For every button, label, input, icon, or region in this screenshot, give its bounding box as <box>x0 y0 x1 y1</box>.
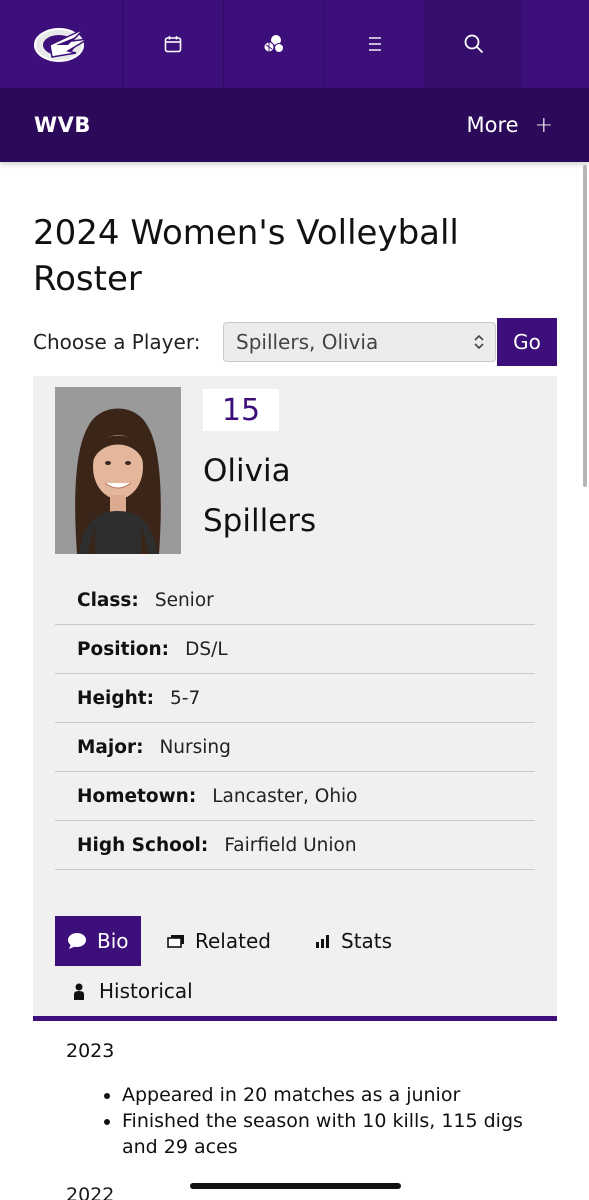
detail-high-school: High School: Fairfield Union <box>55 821 535 870</box>
tab-stats[interactable]: Stats <box>315 916 392 966</box>
tab-stats-label: Stats <box>341 929 393 953</box>
list-item: Appeared in 20 matches as a junior <box>122 1082 526 1108</box>
sport-label[interactable]: WVB <box>34 113 91 137</box>
plus-icon: + <box>534 112 553 138</box>
bio-section: 2023 Appeared in 20 matches as a junior … <box>66 1040 526 1200</box>
bio-list: Appeared in 20 matches as a junior Finis… <box>66 1082 526 1160</box>
choose-player-label: Choose a Player: <box>33 330 201 354</box>
tab-bio-label: Bio <box>97 929 129 953</box>
player-select[interactable]: Spillers, Olivia <box>223 322 496 362</box>
detail-key: Height: <box>77 687 155 709</box>
bio-year-heading: 2023 <box>66 1040 115 1062</box>
page-title: 2024 Women's Volleyball Roster <box>33 213 459 299</box>
menu-button[interactable] <box>325 0 426 88</box>
scrollbar[interactable] <box>583 165 587 487</box>
cards-icon <box>167 933 185 949</box>
detail-value: Fairfield Union <box>224 834 357 856</box>
list-item: Finished the season with 10 kills, 115 d… <box>122 1108 526 1160</box>
sport-subnav: WVB More + <box>0 88 589 162</box>
speech-bubble-icon <box>67 932 87 950</box>
detail-value: DS/L <box>185 638 228 660</box>
detail-key: High School: <box>77 834 209 856</box>
logo-icon <box>34 28 89 62</box>
detail-major: Major: Nursing <box>55 723 535 772</box>
person-icon <box>73 983 85 1000</box>
detail-value: Nursing <box>159 736 231 758</box>
detail-key: Major: <box>77 736 144 758</box>
detail-key: Class: <box>77 589 139 611</box>
calendar-button[interactable] <box>123 0 224 88</box>
tab-content-divider <box>33 1016 557 1021</box>
detail-key: Position: <box>77 638 170 660</box>
detail-height: Height: 5-7 <box>55 674 535 723</box>
go-button[interactable]: Go <box>497 318 557 366</box>
player-chooser: Choose a Player: Spillers, Olivia Go <box>33 318 557 366</box>
home-indicator[interactable] <box>190 1183 401 1189</box>
detail-key: Hometown: <box>77 785 197 807</box>
detail-value: 5-7 <box>170 687 201 709</box>
player-last-name: Spillers <box>203 503 317 539</box>
jersey-number: 15 <box>203 389 279 431</box>
detail-value: Lancaster, Ohio <box>212 785 358 807</box>
top-nav-bar <box>0 0 589 88</box>
search-button[interactable] <box>426 0 521 88</box>
calendar-icon <box>164 36 182 53</box>
tab-bio[interactable]: Bio <box>55 916 141 966</box>
teams-button[interactable] <box>224 0 325 88</box>
player-headshot <box>55 387 181 554</box>
tab-historical[interactable]: Historical <box>73 966 193 1016</box>
search-icon <box>464 34 483 54</box>
detail-position: Position: DS/L <box>55 625 535 674</box>
bar-chart-icon <box>315 934 331 948</box>
player-details: Class: Senior Position: DS/L Height: 5-7… <box>55 576 535 870</box>
tab-related[interactable]: Related <box>167 916 271 966</box>
more-menu-button[interactable]: More + <box>467 113 554 138</box>
detail-hometown: Hometown: Lancaster, Ohio <box>55 772 535 821</box>
detail-value: Senior <box>154 589 214 611</box>
tab-related-label: Related <box>195 929 271 953</box>
site-logo[interactable] <box>0 0 123 88</box>
player-select-value: Spillers, Olivia <box>236 330 379 354</box>
bio-year-heading-next: 2022 <box>66 1184 115 1200</box>
menu-icon <box>369 37 381 51</box>
detail-class: Class: Senior <box>55 576 535 625</box>
player-card: 15 Olivia Spillers Class: Senior Positio… <box>33 376 557 1020</box>
tab-historical-label: Historical <box>99 979 193 1003</box>
player-first-name: Olivia <box>203 453 291 489</box>
sports-balls-icon <box>263 35 284 53</box>
more-label: More <box>466 113 519 137</box>
select-arrows-icon <box>474 334 484 350</box>
player-name: Olivia Spillers <box>203 446 316 546</box>
